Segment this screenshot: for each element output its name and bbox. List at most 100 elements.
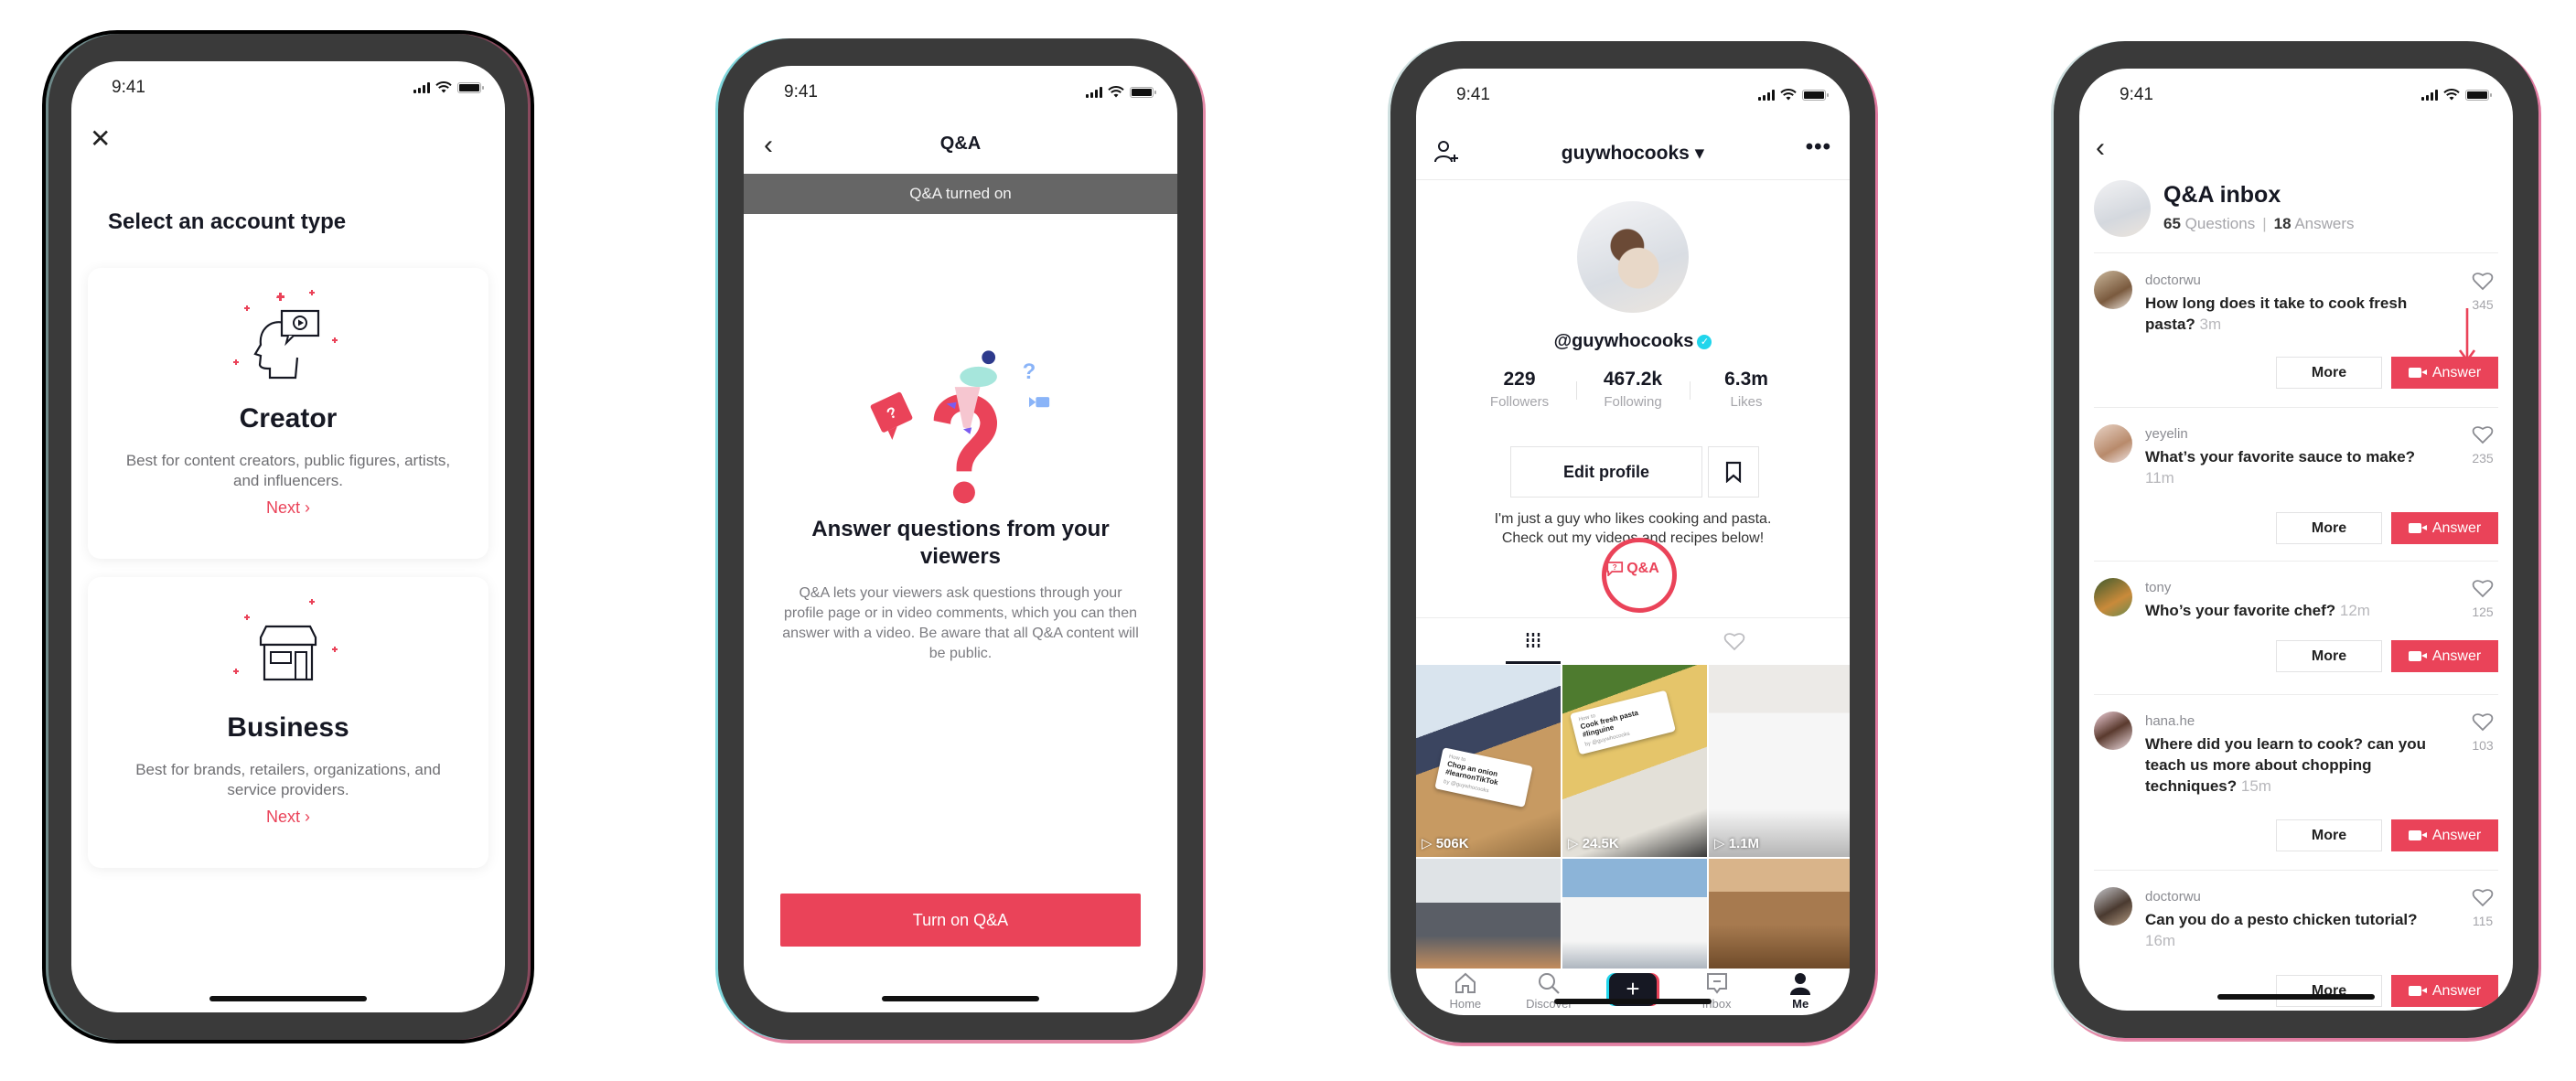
username-dropdown[interactable]: guywhocooks ▾ xyxy=(1416,142,1850,165)
inbox-icon xyxy=(1706,973,1727,994)
question-text: What’s your favorite sauce to make? 11m xyxy=(2145,448,2416,487)
home-indicator xyxy=(209,996,367,1001)
profile-handle: @guywhocooks ✓ xyxy=(1416,331,1850,352)
question-author[interactable]: doctorwu xyxy=(2145,273,2201,288)
question-item: doctorwu How long does it take to cook f… xyxy=(2094,254,2498,408)
card-title: Business xyxy=(227,712,349,743)
home-indicator xyxy=(2217,994,2375,1000)
like-count: 235 xyxy=(2472,451,2494,466)
avatar xyxy=(2094,424,2132,463)
nav-title: Q&A xyxy=(939,134,982,154)
more-button[interactable]: More xyxy=(2276,819,2382,851)
video-tile[interactable] xyxy=(1709,859,1850,969)
edit-profile-button[interactable]: Edit profile xyxy=(1510,446,1702,498)
turn-on-qa-button[interactable]: Turn on Q&A xyxy=(780,894,1141,947)
answer-button[interactable]: Answer xyxy=(2391,975,2498,1007)
next-link[interactable]: Next › xyxy=(88,808,488,827)
video-tile[interactable]: ▷ 1.1M xyxy=(1709,665,1850,857)
tab-discover[interactable]: Discover xyxy=(1512,969,1585,1011)
question-author[interactable]: doctorwu xyxy=(2145,889,2201,904)
heart-icon xyxy=(2472,713,2494,732)
question-author[interactable]: tony xyxy=(2145,580,2171,595)
battery-icon xyxy=(2465,89,2492,101)
like-button[interactable]: 345 xyxy=(2467,271,2498,312)
highlight-circle xyxy=(1602,538,1677,613)
like-count: 115 xyxy=(2472,914,2494,928)
card-description: Best for brands, retailers, organization… xyxy=(135,761,441,798)
question-item: yeyelin What’s your favorite sauce to ma… xyxy=(2094,408,2498,562)
more-button[interactable]: More xyxy=(2276,357,2382,389)
status-time: 9:41 xyxy=(1456,85,1490,104)
tab-liked[interactable] xyxy=(1707,618,1762,664)
status-bar: 9:41 xyxy=(1416,69,1850,123)
signal-icon xyxy=(1086,86,1102,98)
inbox-counts: 65 Questions | 18 Answers xyxy=(2163,215,2355,232)
wifi-icon xyxy=(2443,89,2460,101)
heart-icon xyxy=(2472,273,2494,291)
question-text: Can you do a pesto chicken tutorial? 16m xyxy=(2145,911,2418,949)
chevron-left-icon[interactable]: ‹ xyxy=(2096,134,2105,162)
tab-home[interactable]: Home xyxy=(1429,969,1502,1011)
business-card[interactable]: Business Best for brands, retailers, org… xyxy=(88,577,488,868)
profile-tabs xyxy=(1416,617,1850,664)
creator-head-video-icon xyxy=(233,290,338,380)
status-bar: 9:41 xyxy=(2079,69,2513,123)
question-text: How long does it take to cook fresh past… xyxy=(2145,294,2408,333)
status-bar: 9:41 xyxy=(71,61,505,116)
video-tile[interactable]: How to Chop an onion #learnonTikTok by @… xyxy=(1416,665,1561,857)
like-button[interactable]: 103 xyxy=(2467,712,2498,753)
close-icon[interactable]: ✕ xyxy=(90,125,117,153)
arrow-down-icon xyxy=(2458,308,2476,363)
more-button[interactable]: More xyxy=(2276,512,2382,544)
tab-me[interactable]: Me xyxy=(1764,969,1837,1011)
video-tile[interactable] xyxy=(1562,859,1707,969)
answer-button[interactable]: Answer xyxy=(2391,512,2498,544)
battery-icon xyxy=(1130,86,1156,98)
more-button[interactable]: More xyxy=(2276,640,2382,672)
avatar xyxy=(2094,712,2132,750)
next-link[interactable]: Next › xyxy=(88,498,488,518)
status-time: 9:41 xyxy=(2120,85,2153,104)
answer-button[interactable]: Answer xyxy=(2391,640,2498,672)
tab-inbox[interactable]: Inbox xyxy=(1680,969,1754,1011)
stat-followers[interactable]: 229 Followers xyxy=(1463,369,1576,410)
like-button[interactable]: 235 xyxy=(2467,424,2498,466)
video-tile[interactable]: How to Cook fresh pasta #linguine by @gu… xyxy=(1562,665,1707,857)
stat-likes: 6.3m Likes xyxy=(1690,369,1803,410)
status-banner: Q&A turned on xyxy=(744,174,1177,214)
view-count: ▷ 506K xyxy=(1422,836,1469,851)
creator-card[interactable]: Creator Best for content creators, publi… xyxy=(88,268,488,559)
card-description: Best for content creators, public figure… xyxy=(125,452,451,489)
screen: 9:41 ✕ Select an account type Creator Be… xyxy=(71,61,505,1012)
answer-button[interactable]: Answer xyxy=(2391,819,2498,851)
like-button[interactable]: 115 xyxy=(2467,887,2498,928)
profile-stats: 229 Followers 467.2k Following 6.3m Likes xyxy=(1462,369,1804,410)
svg-text:?: ? xyxy=(1023,359,1036,384)
question-author[interactable]: yeyelin xyxy=(2145,426,2188,442)
heart-icon xyxy=(2472,426,2494,444)
more-button[interactable]: More xyxy=(2276,975,2382,1007)
profile-icon xyxy=(1790,973,1811,995)
stat-following[interactable]: 467.2k Following xyxy=(1576,369,1690,410)
like-button[interactable]: 125 xyxy=(2467,578,2498,619)
question-author[interactable]: hana.he xyxy=(2145,713,2195,729)
view-count: ▷ 24.5K xyxy=(1568,836,1619,851)
question-text: Who’s your favorite chef? 12m xyxy=(2145,602,2370,619)
bookmark-button[interactable] xyxy=(1708,446,1759,498)
avatar xyxy=(2094,578,2132,616)
wifi-icon xyxy=(1108,86,1124,98)
home-icon xyxy=(1454,972,1476,993)
question-item: hana.he Where did you learn to cook? can… xyxy=(2094,695,2498,871)
answer-button[interactable]: Answer xyxy=(2391,357,2498,389)
inbox-header: Q&A inbox 65 Questions | 18 Answers xyxy=(2094,180,2498,253)
avatar xyxy=(2094,180,2151,237)
video-tile[interactable] xyxy=(1416,859,1561,969)
more-options-icon[interactable]: ••• xyxy=(1806,134,1831,160)
question-list: doctorwu How long does it take to cook f… xyxy=(2094,254,2498,1011)
view-count: ▷ 1.1M xyxy=(1714,836,1760,851)
headline: Answer questions from your viewers xyxy=(811,517,1110,569)
bottom-tab-bar: Home Discover + Inbox Me xyxy=(1416,969,1850,1015)
heart-icon xyxy=(2472,889,2494,907)
battery-icon xyxy=(1802,89,1829,101)
tab-videos[interactable] xyxy=(1506,618,1561,664)
